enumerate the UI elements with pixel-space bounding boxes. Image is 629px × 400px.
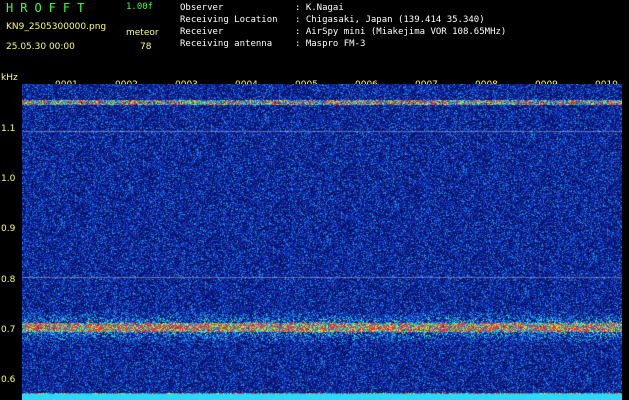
antenna-value: : Maspro FM-3 — [295, 39, 366, 49]
version-label: 1.00f — [126, 2, 154, 12]
y-tick-label: 1.1 — [1, 124, 16, 134]
y-tick-label: 0.6 — [1, 375, 16, 385]
location-label: Receiving Location — [180, 15, 278, 25]
y-tick-label: 0.7 — [1, 325, 16, 335]
timestamp: 25.05.30 00:00 — [6, 42, 75, 52]
meteor-label: meteor — [126, 28, 159, 38]
receiver-label: Receiver — [180, 27, 224, 37]
location-value: : Chigasaki, Japan (139.414 35.340) — [295, 15, 485, 25]
observer-label: Observer — [180, 3, 224, 13]
app-title: HROFFT — [6, 1, 92, 15]
y-tick-label: 0.9 — [1, 224, 16, 234]
y-axis-unit: kHz — [1, 73, 18, 83]
y-tick-label: 0.8 — [1, 275, 16, 285]
file-name: KN9_2505300000.png — [6, 22, 107, 32]
observer-value: : K.Nagai — [295, 3, 344, 13]
spectrogram-display — [22, 84, 622, 400]
meteor-count: 78 — [140, 42, 152, 52]
receiver-value: : AirSpy mini (Miakejima VOR 108.65MHz) — [295, 27, 507, 37]
antenna-label: Receiving antenna — [180, 39, 273, 49]
y-tick-label: 1.0 — [1, 174, 16, 184]
